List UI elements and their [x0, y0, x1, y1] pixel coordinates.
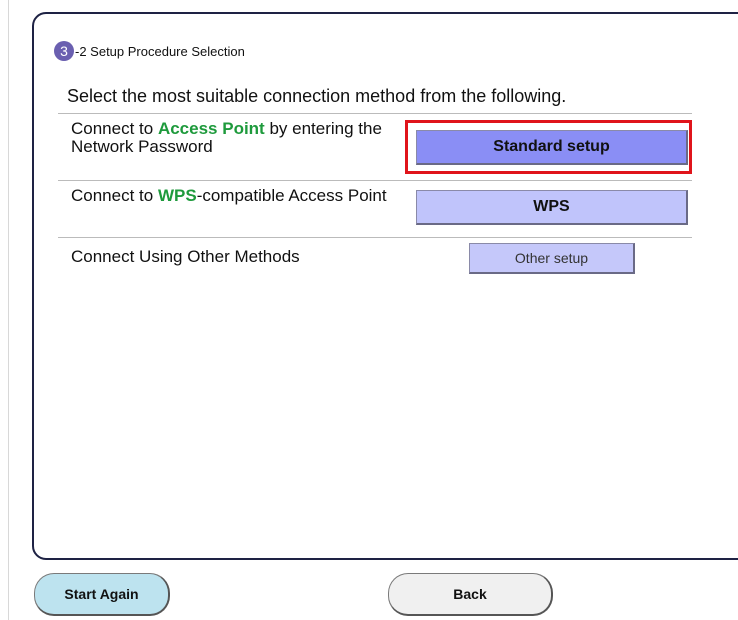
option-label-standard: Connect to Access Point by entering the …: [71, 120, 401, 156]
start-again-button[interactable]: Start Again: [34, 573, 170, 616]
option-label-highlight: Access Point: [157, 119, 265, 138]
option-label-other: Connect Using Other Methods: [71, 247, 300, 266]
step-title: -2 Setup Procedure Selection: [75, 43, 245, 59]
standard-setup-button[interactable]: Standard setup: [416, 130, 688, 165]
option-label-highlight: WPS: [157, 186, 197, 205]
option-label-prefix: Connect to: [71, 186, 158, 205]
option-row-other: Connect Using Other Methods Other setup: [58, 237, 692, 279]
option-label-prefix: Connect to: [71, 119, 158, 138]
setup-window: 3 -2 Setup Procedure Selection Select th…: [0, 0, 738, 620]
step-header: 3 -2 Setup Procedure Selection: [54, 41, 245, 61]
option-label-suffix: -compatible Access Point: [196, 186, 387, 205]
option-label-wps: Connect to WPS-compatible Access Point: [71, 187, 401, 205]
wps-button[interactable]: WPS: [416, 190, 688, 225]
left-divider: [8, 0, 9, 620]
other-setup-button[interactable]: Other setup: [469, 243, 635, 274]
option-row-wps: Connect to WPS-compatible Access Point W…: [58, 180, 692, 237]
back-button[interactable]: Back: [388, 573, 553, 616]
option-row-standard: Connect to Access Point by entering the …: [58, 113, 692, 180]
instruction-text: Select the most suitable connection meth…: [67, 86, 567, 106]
step-number-badge: 3: [54, 41, 74, 61]
